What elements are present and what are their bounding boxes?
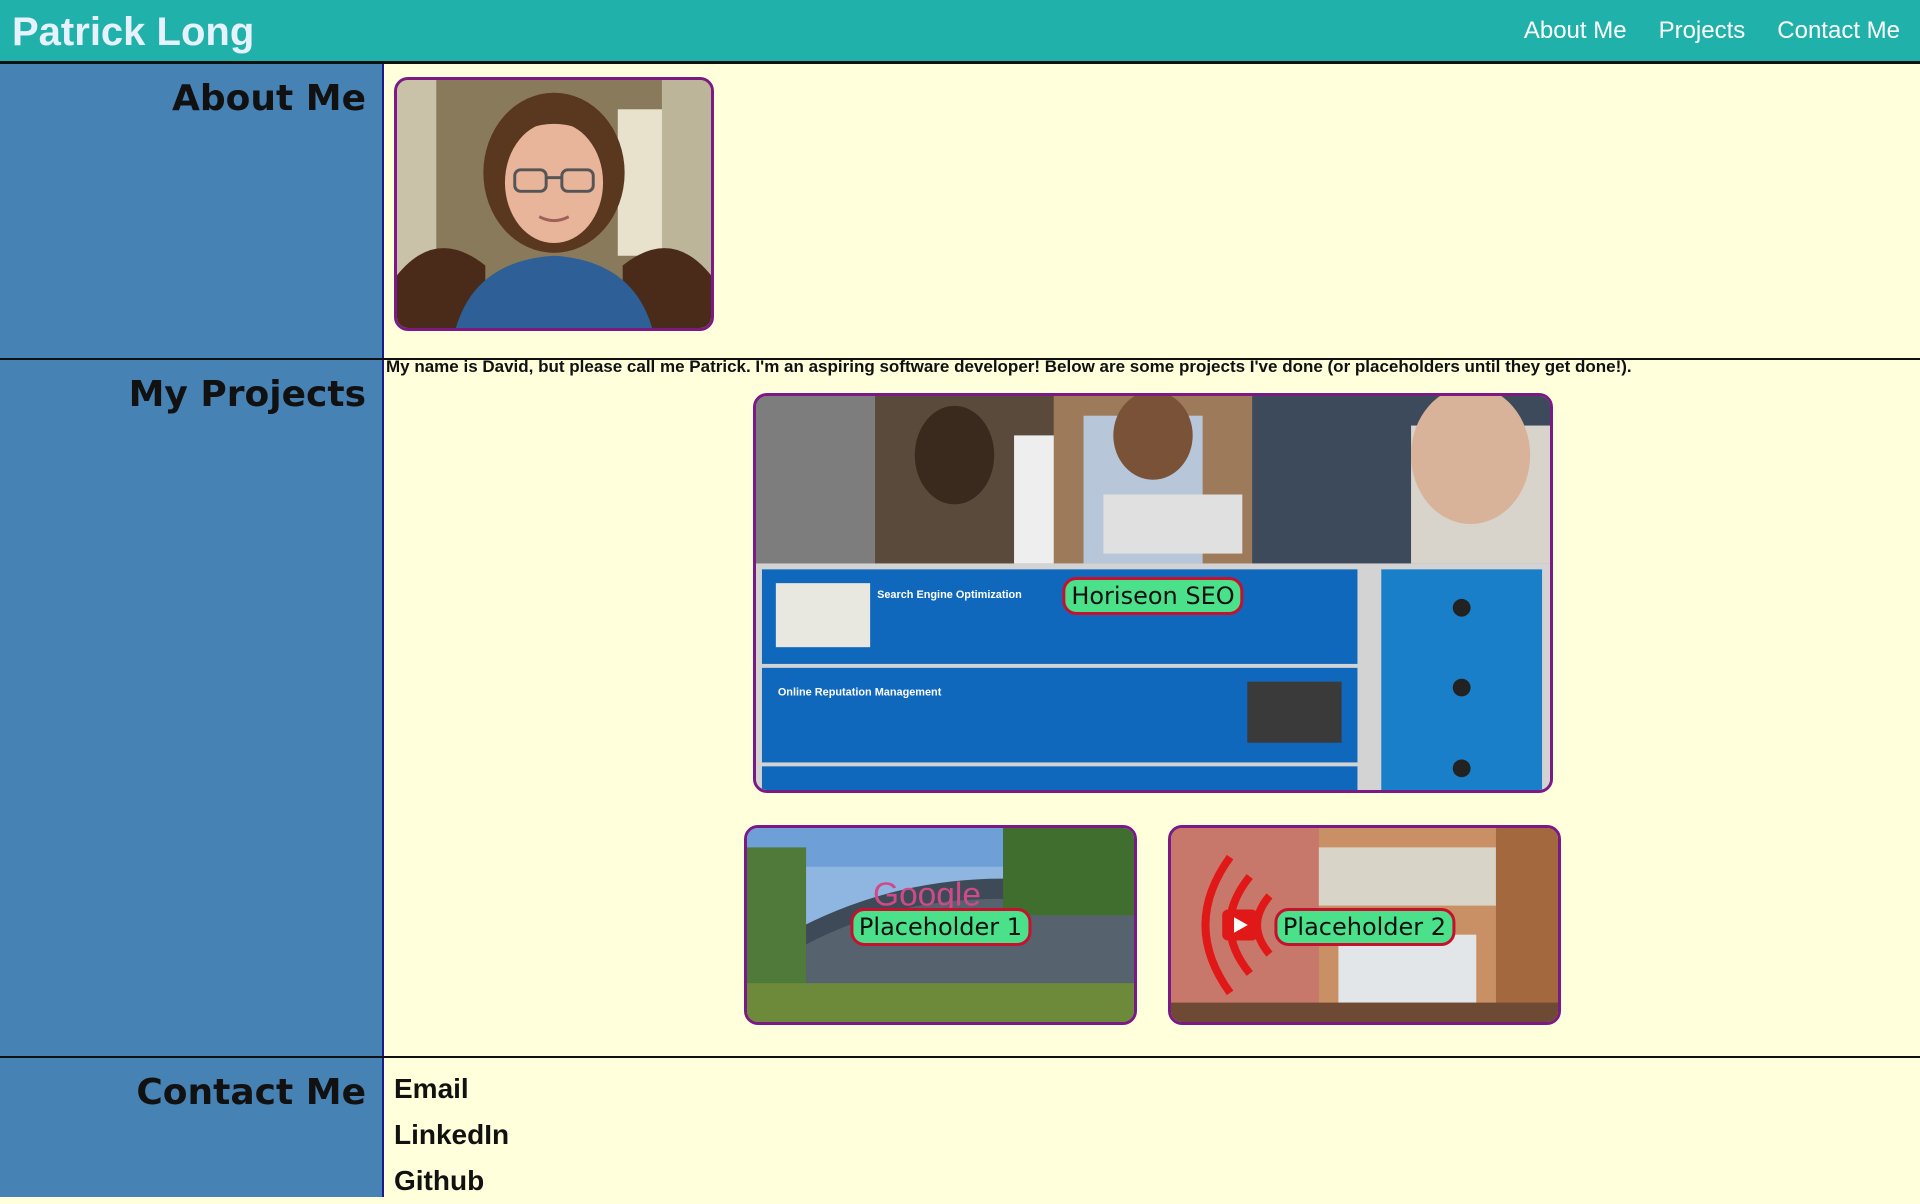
project-card-horiseon[interactable]: Search Engine Optimization Online Reputa… — [753, 393, 1553, 793]
nav-link-about[interactable]: About Me — [1524, 14, 1627, 48]
contact-item-linkedin: LinkedIn — [394, 1112, 509, 1158]
contact-links: Email LinkedIn Github — [394, 1066, 509, 1204]
nav-link-contact[interactable]: Contact Me — [1777, 14, 1900, 48]
contact-section: Contact Me Email LinkedIn Github — [0, 1058, 1920, 1197]
contact-heading: Contact Me — [136, 1072, 366, 1113]
project-label-horiseon: Horiseon SEO — [1062, 577, 1244, 615]
contact-sidebar: Contact Me — [0, 1058, 384, 1197]
about-section: About Me My name is David, but please ca… — [0, 64, 1920, 376]
nav-link-projects[interactable]: Projects — [1659, 14, 1746, 48]
screenshot-heading-seo: Search Engine Optimization — [877, 589, 1022, 601]
site-title: Patrick Long — [12, 10, 255, 54]
projects-section: My Projects Search Engine Optimization O… — [0, 360, 1920, 1058]
project-label-placeholder-1: Placeholder 1 — [849, 908, 1032, 946]
main-nav: About Me Projects Contact Me — [1524, 14, 1900, 48]
contact-item-email: Email — [394, 1066, 509, 1112]
screenshot-heading-orm: Online Reputation Management — [778, 686, 942, 698]
about-sidebar: About Me — [0, 64, 384, 358]
linkedin-link[interactable]: LinkedIn — [394, 1119, 509, 1150]
github-link[interactable]: Github — [394, 1165, 484, 1196]
project-card-placeholder-1[interactable]: Google Placeholder 1 — [744, 825, 1137, 1025]
profile-photo — [394, 77, 714, 331]
projects-heading: My Projects — [128, 374, 366, 415]
email-link[interactable]: Email — [394, 1073, 469, 1104]
projects-sidebar: My Projects — [0, 360, 384, 1056]
about-heading: About Me — [172, 78, 366, 119]
site-header: Patrick Long About Me Projects Contact M… — [0, 0, 1920, 64]
contact-item-github: Github — [394, 1158, 509, 1204]
project-card-placeholder-2[interactable]: Placeholder 2 — [1168, 825, 1561, 1025]
project-label-placeholder-2: Placeholder 2 — [1273, 908, 1456, 946]
